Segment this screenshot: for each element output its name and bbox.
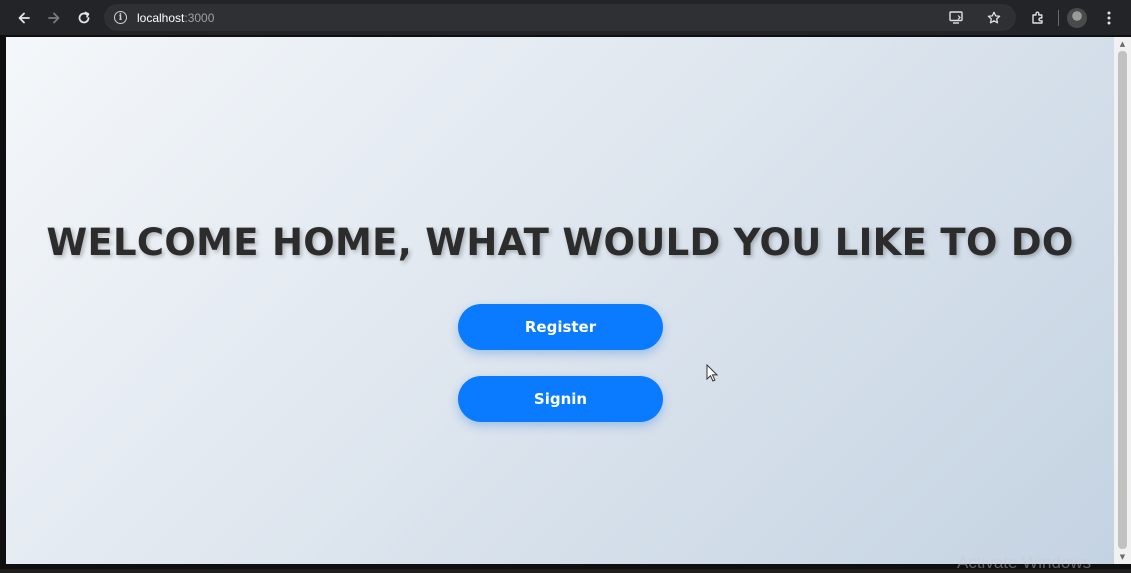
kebab-menu-icon[interactable] [1097, 6, 1121, 30]
page-viewport: WELCOME HOME, WHAT WOULD YOU LIKE TO DO … [6, 37, 1114, 564]
os-watermark: Activate Windows [957, 553, 1092, 572]
info-icon[interactable]: i [114, 11, 127, 24]
reload-icon[interactable] [70, 4, 98, 32]
install-app-icon[interactable] [944, 6, 968, 30]
avatar[interactable] [1067, 7, 1087, 28]
scroll-down-arrow-icon[interactable]: ▼ [1114, 550, 1131, 564]
back-arrow-icon[interactable] [10, 4, 38, 32]
scrollbar-thumb[interactable] [1118, 51, 1127, 549]
signin-button[interactable]: Signin [458, 376, 663, 422]
vertical-scrollbar[interactable]: ▲ ▼ [1114, 37, 1131, 564]
url-port: :3000 [184, 10, 215, 25]
scroll-up-arrow-icon[interactable]: ▲ [1114, 37, 1131, 51]
url-text[interactable]: localhost:3000 [137, 11, 214, 25]
toolbar-right [1026, 0, 1131, 35]
register-button[interactable]: Register [458, 304, 663, 350]
puzzle-icon[interactable] [1026, 6, 1050, 30]
forward-arrow-icon[interactable] [40, 4, 68, 32]
browser-toolbar: i localhost:3000 [0, 0, 1131, 35]
address-bar[interactable]: i localhost:3000 [104, 4, 1016, 31]
url-host: localhost [137, 10, 185, 25]
browser-window: i localhost:3000 WELCOME HOME, WHAT WOUL… [0, 0, 1131, 572]
star-icon[interactable] [982, 6, 1006, 30]
toolbar-divider [1058, 9, 1059, 26]
address-bar-actions [944, 4, 1006, 31]
mouse-cursor-icon [706, 363, 719, 386]
page-title: WELCOME HOME, WHAT WOULD YOU LIKE TO DO [46, 221, 1074, 264]
